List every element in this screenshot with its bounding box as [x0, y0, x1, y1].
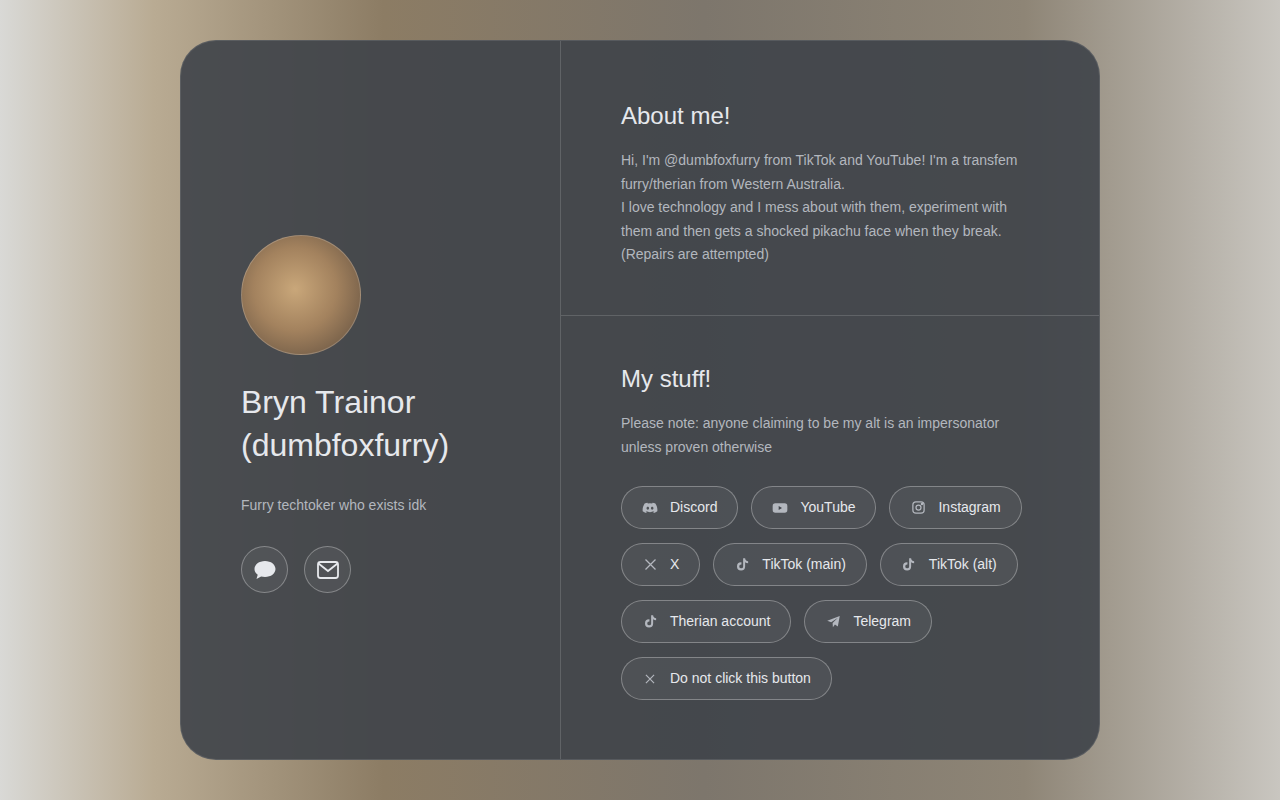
about-paragraph: I love technology and I mess about with …	[621, 196, 1039, 243]
link-button[interactable]: TikTok (alt)	[880, 543, 1018, 586]
link-button[interactable]: Telegram	[804, 600, 932, 643]
tiktok-icon	[901, 557, 917, 573]
profile-tagline: Furry techtoker who exists idk	[241, 495, 530, 516]
about-paragraph: Hi, I'm @dumbfoxfurry from TikTok and Yo…	[621, 149, 1039, 196]
email-button[interactable]	[304, 546, 351, 593]
link-button[interactable]: Do not click this button	[621, 657, 832, 700]
telegram-icon	[825, 614, 841, 630]
links-title: My stuff!	[621, 364, 1039, 394]
link-label: YouTube	[800, 497, 855, 518]
link-buttons: Discord YouTube Instagram X TikTok (main) Tik…	[621, 486, 1039, 700]
about-text: Hi, I'm @dumbfoxfurry from TikTok and Yo…	[621, 149, 1039, 267]
content-column: About me! Hi, I'm @dumbfoxfurry from TikT…	[561, 41, 1099, 759]
about-paragraph: (Repairs are attempted)	[621, 243, 1039, 267]
link-label: TikTok (alt)	[929, 554, 997, 575]
x-icon	[642, 557, 658, 573]
discord-icon	[642, 500, 658, 516]
avatar-photo	[241, 235, 361, 355]
tiktok-icon	[642, 614, 658, 630]
link-button[interactable]: Discord	[621, 486, 738, 529]
instagram-icon	[910, 500, 926, 516]
link-label: Telegram	[853, 611, 911, 632]
links-section: My stuff! Please note: anyone claiming to…	[561, 316, 1099, 759]
link-label: Do not click this button	[670, 668, 811, 689]
link-button[interactable]: Therian account	[621, 600, 791, 643]
background-photo: Bryn Trainor (dumbfoxfurry) Furry techtok…	[0, 0, 1280, 800]
link-button[interactable]: X	[621, 543, 700, 586]
link-button[interactable]: YouTube	[751, 486, 876, 529]
chat-bubble-icon	[253, 559, 277, 581]
contact-buttons	[241, 546, 530, 593]
link-button[interactable]: TikTok (main)	[713, 543, 867, 586]
chat-button[interactable]	[241, 546, 288, 593]
profile-card: Bryn Trainor (dumbfoxfurry) Furry techtok…	[180, 40, 1100, 760]
youtube-icon	[772, 500, 788, 516]
link-label: TikTok (main)	[762, 554, 846, 575]
profile-name: Bryn Trainor (dumbfoxfurry)	[241, 381, 530, 467]
about-section: About me! Hi, I'm @dumbfoxfurry from TikT…	[561, 41, 1099, 316]
link-button[interactable]: Instagram	[889, 486, 1021, 529]
envelope-icon	[316, 560, 340, 580]
link-label: X	[670, 554, 679, 575]
link-label: Discord	[670, 497, 717, 518]
profile-column: Bryn Trainor (dumbfoxfurry) Furry techtok…	[181, 41, 561, 759]
about-title: About me!	[621, 101, 1039, 131]
impersonation-note: Please note: anyone claiming to be my al…	[621, 412, 1039, 459]
link-label: Therian account	[670, 611, 770, 632]
close-icon	[642, 671, 658, 687]
tiktok-icon	[734, 557, 750, 573]
link-label: Instagram	[938, 497, 1000, 518]
